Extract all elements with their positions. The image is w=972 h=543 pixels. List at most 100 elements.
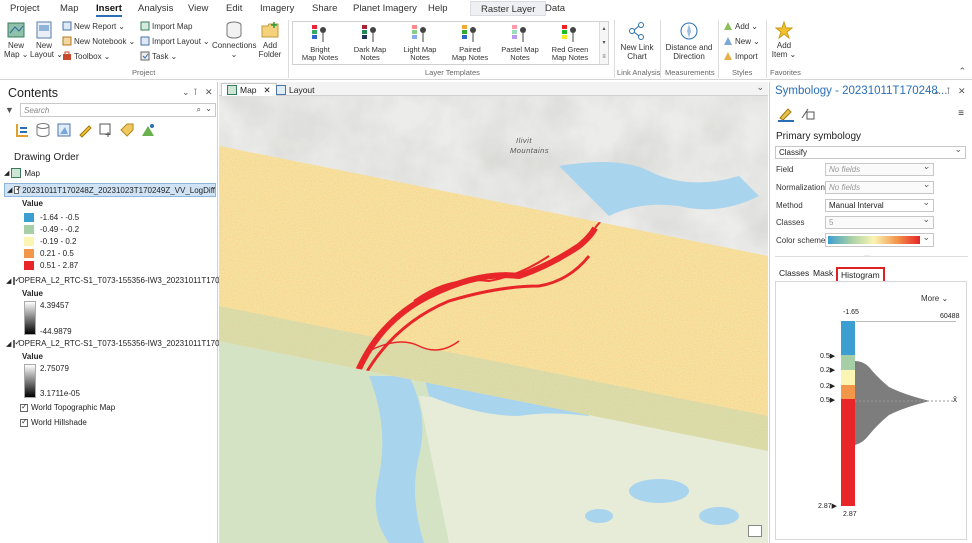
close-icon[interactable]: ✕	[205, 87, 213, 98]
collapse-icon[interactable]: ◢	[6, 340, 11, 348]
tab-map[interactable]: Map	[60, 3, 78, 14]
map-overview-icon[interactable]	[748, 525, 762, 537]
pin-icon[interactable]: ⊺	[193, 87, 198, 98]
data-source-icon[interactable]	[35, 122, 51, 138]
search-dropdown-icon[interactable]: ⌄	[205, 104, 212, 113]
break-handle[interactable]: 0.5▶	[820, 396, 835, 404]
classes-select[interactable]: 5	[825, 214, 934, 229]
tab-classes[interactable]: Classes	[776, 267, 812, 279]
map-notes-icon	[561, 24, 579, 44]
light-map-notes-template[interactable]: Light Map Notes	[395, 24, 445, 62]
import-map-button[interactable]: Import Map	[140, 21, 192, 31]
pin-icon[interactable]: ⊺	[946, 86, 951, 97]
primary-symbology-tab[interactable]	[778, 106, 794, 122]
break-handle[interactable]: 0.2▶	[820, 382, 835, 390]
add-item-button[interactable]: Add Item ⌄	[770, 20, 798, 59]
toc-layer-logdiff[interactable]: ◢ 20231011T170248Z_20231023T170249Z_VV_L…	[4, 183, 216, 197]
import-layout-button[interactable]: Import Layout ⌄	[140, 36, 210, 46]
snapping-icon[interactable]	[98, 122, 114, 138]
close-tab-icon[interactable]: ✕	[264, 85, 271, 96]
toc-layer-opera-1[interactable]: ◢ OPERA_L2_RTC-S1_T073-155356-IW3_202310…	[4, 275, 226, 286]
histogram-max-count: 60488	[940, 313, 960, 320]
collapse-icon[interactable]: ◢	[4, 169, 9, 177]
contents-search-input[interactable]: Search ⌕ ⌄	[20, 103, 216, 117]
connections-button[interactable]: Connections ⌄	[212, 21, 256, 59]
tab-raster-layer[interactable]: Raster Layer	[470, 1, 547, 16]
toc-map-row[interactable]: ◢ Map	[4, 168, 221, 178]
tab-edit[interactable]: Edit	[226, 3, 242, 14]
field-label: Field	[776, 165, 794, 174]
labeling-icon[interactable]	[119, 122, 135, 138]
layout-view-tab[interactable]: Layout	[271, 83, 320, 96]
tab-view[interactable]: View	[188, 3, 208, 14]
collapse-ribbon-icon[interactable]: ⌃	[958, 66, 966, 77]
layer-visibility-checkbox[interactable]	[20, 417, 28, 427]
tab-planet-imagery[interactable]: Planet Imagery	[353, 3, 417, 14]
toc-layer-topographic[interactable]: World Topographic Map	[20, 402, 237, 412]
layer-visibility-checkbox[interactable]	[13, 338, 21, 348]
new-report-button[interactable]: New Report ⌄	[62, 21, 125, 31]
task-button[interactable]: Task ⌄	[140, 51, 177, 61]
new-layout-button[interactable]: New Layout ⌄	[30, 21, 63, 59]
close-icon[interactable]: ✕	[958, 86, 966, 97]
tabs-dropdown-icon[interactable]: ⌄	[756, 82, 764, 93]
pane-options-icon[interactable]: ⌄	[182, 87, 190, 98]
gallery-scroll[interactable]: ▴ ▾ ≡	[599, 22, 608, 64]
renderer-select[interactable]: Classify	[775, 144, 966, 159]
red-green-map-notes-template[interactable]: Red Green Map Notes	[545, 24, 595, 62]
normalization-select[interactable]: No fields	[825, 179, 934, 194]
distance-direction-button[interactable]: Distance and Direction	[663, 21, 715, 61]
search-icon[interactable]: ⌕	[197, 105, 201, 115]
toc-layer-hillshade[interactable]: World Hillshade	[20, 417, 237, 427]
new-link-chart-button[interactable]: New Link Chart	[617, 21, 657, 61]
dark-map-notes-template[interactable]: Dark Map Notes	[345, 24, 395, 62]
pane-options-icon[interactable]: ⌄	[933, 86, 941, 97]
break-handle[interactable]: 2.87▶	[818, 502, 837, 510]
filter-icon[interactable]: ▼	[5, 105, 14, 115]
vary-symbology-tab[interactable]	[800, 106, 816, 122]
method-select[interactable]: Manual Interval	[825, 197, 934, 212]
paired-map-notes-template[interactable]: Paired Map Notes	[445, 24, 495, 62]
drawing-order-icon[interactable]	[14, 122, 30, 138]
menu-bar: Project Map Insert Analysis View Edit Im…	[0, 0, 972, 18]
map-view[interactable]: Ilivit Mountains	[219, 96, 768, 543]
add-folder-button[interactable]: Add Folder	[256, 21, 284, 59]
color-scheme-select[interactable]: ⌄	[825, 232, 934, 247]
bright-map-notes-template[interactable]: Bright Map Notes	[295, 24, 345, 62]
tab-mask[interactable]: Mask	[810, 267, 836, 279]
toc-layer-opera-2[interactable]: ◢ OPERA_L2_RTC-S1_T073-155356-IW3_202310…	[4, 338, 226, 349]
tab-insert[interactable]: Insert	[96, 3, 122, 17]
layer-templates-group-label: Layer Templates	[425, 68, 480, 77]
layer-visibility-checkbox[interactable]	[13, 275, 21, 285]
tab-project[interactable]: Project	[10, 3, 40, 14]
break-handle[interactable]: 0.5▶	[820, 352, 835, 360]
collapse-icon[interactable]: ◢	[7, 186, 12, 194]
break-value: 0.2	[820, 367, 830, 374]
tab-imagery[interactable]: Imagery	[260, 3, 294, 14]
add-style-button[interactable]: Add ⌄	[723, 21, 758, 31]
splitter-grip-icon[interactable]: ···	[864, 253, 870, 259]
layer-visibility-checkbox[interactable]	[20, 402, 28, 412]
link-analysis-group-label: Link Analysis	[617, 68, 661, 77]
pastel-map-notes-template[interactable]: Pastel Map Notes	[495, 24, 545, 62]
tab-analysis[interactable]: Analysis	[138, 3, 173, 14]
new-map-button[interactable]: New Map ⌄	[4, 21, 29, 59]
new-notebook-button[interactable]: New Notebook ⌄	[62, 36, 135, 46]
menu-icon[interactable]: ≡	[958, 108, 964, 119]
new-style-button[interactable]: New ⌄	[723, 36, 760, 46]
template-sublabel: Notes	[410, 53, 430, 62]
tab-help[interactable]: Help	[428, 3, 448, 14]
editing-icon[interactable]	[77, 122, 93, 138]
field-select[interactable]: No fields	[825, 161, 934, 176]
more-menu[interactable]: More ⌄	[921, 294, 948, 303]
perspective-imagery-icon[interactable]	[140, 122, 156, 138]
tab-share[interactable]: Share	[312, 3, 337, 14]
collapse-icon[interactable]: ◢	[6, 277, 11, 285]
toolbox-button[interactable]: Toolbox ⌄	[62, 51, 110, 61]
layer-visibility-checkbox[interactable]	[14, 184, 22, 194]
selection-icon[interactable]	[56, 122, 72, 138]
import-style-button[interactable]: Import	[723, 51, 758, 61]
break-handle[interactable]: 0.2▶	[820, 366, 835, 374]
tab-data[interactable]: Data	[545, 3, 565, 14]
map-view-tab[interactable]: Map ✕	[221, 83, 277, 96]
